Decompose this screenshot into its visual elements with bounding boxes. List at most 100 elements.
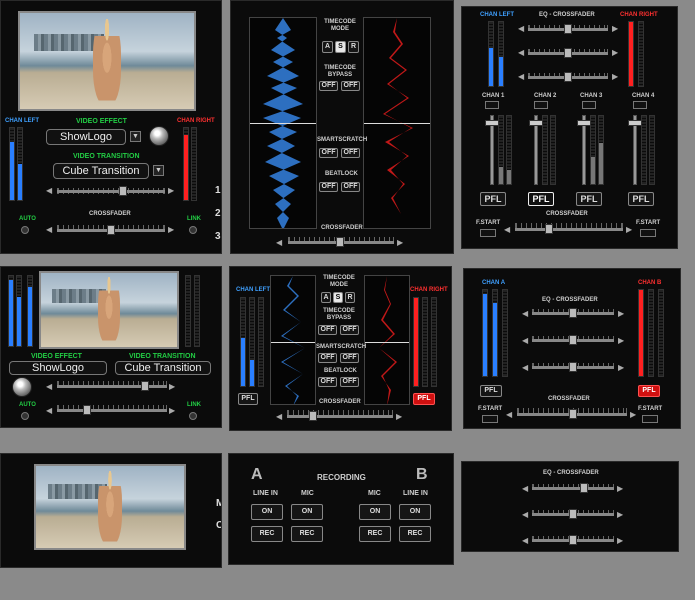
pfl-left-button[interactable]: PFL bbox=[238, 393, 258, 405]
effect-knob[interactable] bbox=[149, 126, 169, 146]
pfl-channel-1-button[interactable]: PFL bbox=[480, 192, 506, 206]
eq-mid-left-icon[interactable]: ◀ bbox=[522, 511, 528, 519]
crossfader-slider[interactable] bbox=[57, 225, 165, 235]
eq-low-right-icon[interactable]: ▶ bbox=[618, 364, 624, 372]
pfl-channel-2-button[interactable]: PFL bbox=[528, 192, 554, 206]
crossfader-left-icon[interactable]: ◀ bbox=[276, 413, 282, 421]
eq-mid-left-icon[interactable]: ◀ bbox=[518, 49, 524, 57]
eq-high-right-icon[interactable]: ▶ bbox=[612, 25, 618, 33]
channel-4-fader[interactable] bbox=[628, 115, 642, 185]
fstart-right-button[interactable] bbox=[640, 229, 656, 237]
fstart-right-button[interactable] bbox=[642, 415, 658, 423]
channel-1-fader[interactable] bbox=[485, 115, 499, 185]
auto-button[interactable] bbox=[21, 412, 29, 420]
smartscratch-off-left[interactable]: OFF bbox=[318, 353, 337, 363]
crossfader-right-icon[interactable]: ▶ bbox=[168, 226, 174, 234]
channel-1-select[interactable] bbox=[485, 101, 499, 109]
line-in-a-rec-button[interactable]: REC bbox=[251, 526, 283, 542]
eq-low-left-icon[interactable]: ◀ bbox=[518, 73, 524, 81]
mode-r-button[interactable]: R bbox=[345, 292, 355, 303]
mic-b-rec-button[interactable]: REC bbox=[359, 526, 391, 542]
eq-low-slider[interactable] bbox=[532, 362, 614, 372]
pfl-a-button[interactable]: PFL bbox=[480, 385, 502, 397]
smartscratch-off-left[interactable]: OFF bbox=[319, 148, 338, 158]
crossfader-right-icon[interactable]: ▶ bbox=[396, 413, 402, 421]
mode-a-button[interactable]: A bbox=[322, 41, 333, 53]
eq-mid-left-icon[interactable]: ◀ bbox=[522, 337, 528, 345]
eq-low-slider[interactable] bbox=[532, 535, 614, 545]
channel-3-fader[interactable] bbox=[577, 115, 591, 185]
beatlock-off-right[interactable]: OFF bbox=[340, 377, 359, 387]
mode-r-button[interactable]: R bbox=[348, 41, 359, 53]
mic-a-on-button[interactable]: ON bbox=[291, 504, 323, 520]
crossfader-right-icon[interactable]: ▶ bbox=[397, 239, 403, 247]
crossfader-right-icon[interactable]: ▶ bbox=[626, 226, 632, 234]
smartscratch-off-right[interactable]: OFF bbox=[340, 353, 359, 363]
link-button[interactable] bbox=[189, 412, 197, 420]
mode-s-button[interactable]: S bbox=[335, 41, 346, 53]
line-in-b-rec-button[interactable]: REC bbox=[399, 526, 431, 542]
pfl-right-button[interactable]: PFL bbox=[413, 393, 435, 405]
arrow-right-icon[interactable]: ▶ bbox=[168, 187, 174, 195]
crossfader-left-icon[interactable]: ◀ bbox=[504, 226, 510, 234]
crossfader-left-icon[interactable]: ◀ bbox=[46, 407, 52, 415]
video-effect-select[interactable]: ShowLogo bbox=[9, 361, 107, 375]
crossfader-left-icon[interactable]: ◀ bbox=[46, 226, 52, 234]
eq-high-left-icon[interactable]: ◀ bbox=[522, 310, 528, 318]
fstart-left-button[interactable] bbox=[480, 229, 496, 237]
video-transition-select[interactable]: Cube Transition bbox=[53, 163, 149, 179]
video-transition-dropdown-icon[interactable]: ▼ bbox=[153, 165, 164, 176]
video-effect-select[interactable]: ShowLogo bbox=[46, 129, 126, 145]
pfl-channel-4-button[interactable]: PFL bbox=[628, 192, 654, 206]
eq-low-right-icon[interactable]: ▶ bbox=[617, 537, 623, 545]
crossfader-slider[interactable] bbox=[287, 411, 393, 421]
crossfader-right-icon[interactable]: ▶ bbox=[169, 407, 175, 415]
video-transition-select[interactable]: Cube Transition bbox=[115, 361, 211, 375]
eq-mid-slider[interactable] bbox=[528, 48, 608, 58]
beatlock-off-left[interactable]: OFF bbox=[319, 182, 338, 192]
link-button[interactable] bbox=[189, 226, 197, 234]
crossfader-slider[interactable] bbox=[517, 409, 627, 419]
channel-4-select[interactable] bbox=[633, 101, 647, 109]
eq-low-right-icon[interactable]: ▶ bbox=[612, 73, 618, 81]
eq-low-left-icon[interactable]: ◀ bbox=[522, 364, 528, 372]
crossfader-slider[interactable] bbox=[57, 405, 167, 415]
arrow-left-icon[interactable]: ◀ bbox=[46, 187, 52, 195]
channel-2-fader[interactable] bbox=[529, 115, 543, 185]
fstart-left-button[interactable] bbox=[482, 415, 498, 423]
eq-low-left-icon[interactable]: ◀ bbox=[522, 537, 528, 545]
pfl-channel-3-button[interactable]: PFL bbox=[576, 192, 602, 206]
eq-high-slider[interactable] bbox=[532, 308, 614, 318]
smartscratch-off-right[interactable]: OFF bbox=[341, 148, 360, 158]
crossfader-slider[interactable] bbox=[515, 224, 623, 234]
crossfader-slider[interactable] bbox=[288, 237, 394, 247]
eq-low-slider[interactable] bbox=[528, 72, 608, 82]
auto-button[interactable] bbox=[21, 226, 29, 234]
crossfader-left-icon[interactable]: ◀ bbox=[276, 239, 282, 247]
channel-2-select[interactable] bbox=[534, 101, 548, 109]
crossfader-left-icon[interactable]: ◀ bbox=[506, 411, 512, 419]
eq-high-left-icon[interactable]: ◀ bbox=[518, 25, 524, 33]
transition-slider[interactable] bbox=[57, 186, 165, 196]
bypass-off-left[interactable]: OFF bbox=[318, 325, 337, 335]
eq-mid-right-icon[interactable]: ▶ bbox=[612, 49, 618, 57]
line-in-a-on-button[interactable]: ON bbox=[251, 504, 283, 520]
mode-s-button[interactable]: S bbox=[333, 292, 343, 303]
mic-a-rec-button[interactable]: REC bbox=[291, 526, 323, 542]
transition-left-icon[interactable]: ◀ bbox=[46, 383, 52, 391]
eq-high-right-icon[interactable]: ▶ bbox=[618, 310, 624, 318]
eq-mid-right-icon[interactable]: ▶ bbox=[618, 337, 624, 345]
beatlock-off-left[interactable]: OFF bbox=[318, 377, 337, 387]
transition-right-icon[interactable]: ▶ bbox=[169, 383, 175, 391]
line-in-b-on-button[interactable]: ON bbox=[399, 504, 431, 520]
bypass-off-left[interactable]: OFF bbox=[319, 81, 338, 91]
eq-high-slider[interactable] bbox=[528, 24, 608, 34]
bypass-off-right[interactable]: OFF bbox=[341, 81, 360, 91]
eq-high-left-icon[interactable]: ◀ bbox=[522, 485, 528, 493]
transition-slider[interactable] bbox=[57, 381, 167, 391]
mic-b-on-button[interactable]: ON bbox=[359, 504, 391, 520]
channel-3-select[interactable] bbox=[582, 101, 596, 109]
eq-mid-right-icon[interactable]: ▶ bbox=[617, 511, 623, 519]
mode-a-button[interactable]: A bbox=[321, 292, 331, 303]
beatlock-off-right[interactable]: OFF bbox=[341, 182, 360, 192]
